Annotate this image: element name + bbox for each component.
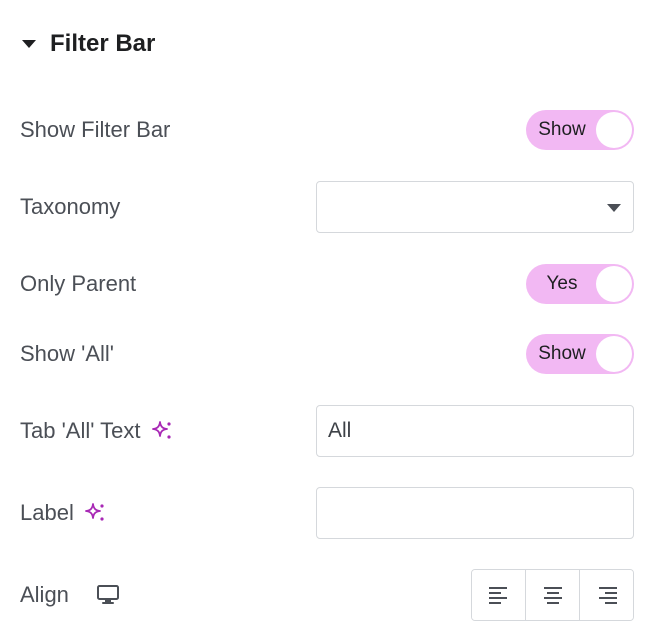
only-parent-label: Only Parent	[20, 271, 137, 296]
label-label: Label	[20, 500, 74, 525]
align-button-group	[471, 569, 634, 621]
row-show-filter-bar: Show Filter Bar Show	[20, 110, 634, 150]
label-label-wrap: Label	[20, 500, 106, 526]
align-left-button[interactable]	[472, 570, 525, 620]
row-label: Label	[20, 486, 634, 540]
toggle-knob	[596, 266, 632, 302]
toggle-text: Show	[538, 119, 586, 140]
toggle-text: Show	[538, 343, 586, 364]
align-label-wrap: Align	[20, 582, 121, 608]
tab-all-text-label: Tab 'All' Text	[20, 418, 141, 443]
align-left-icon	[488, 587, 507, 604]
align-right-button[interactable]	[579, 570, 633, 620]
show-filter-bar-label: Show Filter Bar	[20, 117, 171, 142]
row-show-all: Show 'All' Show	[20, 334, 634, 374]
taxonomy-select[interactable]	[316, 181, 634, 233]
show-all-label: Show 'All'	[20, 341, 114, 366]
toggle-knob	[596, 336, 632, 372]
only-parent-toggle[interactable]: Yes	[526, 264, 634, 304]
toggle-knob	[596, 112, 632, 148]
row-tab-all-text: Tab 'All' Text All	[20, 404, 634, 458]
row-align: Align	[20, 568, 634, 622]
tab-all-text-label-wrap: Tab 'All' Text	[20, 418, 173, 444]
ai-sparkle-icon[interactable]	[84, 502, 106, 524]
align-label: Align	[20, 582, 69, 607]
align-center-icon	[543, 587, 562, 604]
align-center-button[interactable]	[525, 570, 579, 620]
show-filter-bar-toggle[interactable]: Show	[526, 110, 634, 150]
desktop-icon[interactable]	[95, 584, 121, 606]
taxonomy-label: Taxonomy	[20, 194, 121, 219]
align-right-icon	[598, 587, 617, 604]
row-taxonomy: Taxonomy	[20, 180, 634, 234]
section-title: Filter Bar	[50, 30, 156, 57]
section-header-filter-bar[interactable]: Filter Bar	[22, 26, 155, 62]
row-only-parent: Only Parent Yes	[20, 264, 634, 304]
tab-all-text-input[interactable]: All	[316, 405, 634, 457]
chevron-down-icon	[607, 204, 621, 212]
ai-sparkle-icon[interactable]	[151, 420, 173, 442]
toggle-text: Yes	[546, 273, 578, 294]
tab-all-text-value: All	[328, 419, 352, 442]
show-all-toggle[interactable]: Show	[526, 334, 634, 374]
caret-down-icon	[22, 40, 36, 48]
label-input[interactable]	[316, 487, 634, 539]
